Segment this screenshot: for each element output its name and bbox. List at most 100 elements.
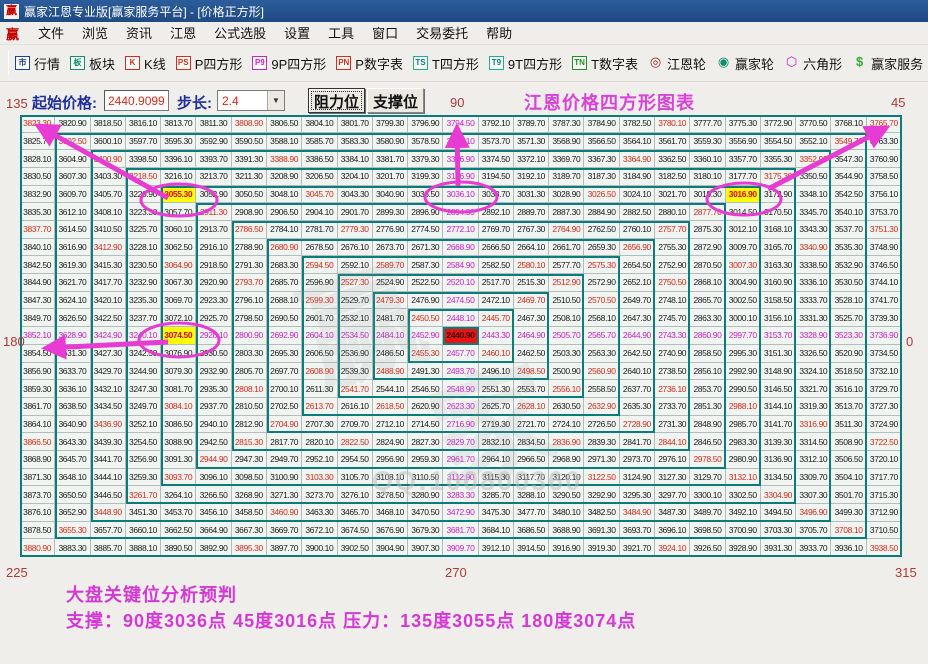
grid-cell: 3201.70 xyxy=(373,168,408,186)
toolbar-separator xyxy=(8,51,9,75)
grid-cell: 3756.10 xyxy=(867,186,902,204)
grid-cell: 2906.50 xyxy=(267,203,302,221)
grid-cell: 3129.70 xyxy=(690,469,725,487)
grid-cell: 3235.30 xyxy=(126,292,161,310)
toolbar-item-gann-wheel[interactable]: ◎江恩轮 xyxy=(648,54,706,73)
grid-cell: 3249.70 xyxy=(126,398,161,416)
title-bar: 赢 赢家江恩专业版[赢家服务平台] - [价格正方形] xyxy=(0,0,928,22)
toolbar-label: P四方形 xyxy=(195,54,243,73)
start-price-input[interactable] xyxy=(104,90,169,111)
grid-cell: 3088.90 xyxy=(161,433,196,451)
grid-cell: 2868.10 xyxy=(690,274,725,292)
menu-item-交易委托[interactable]: 交易委托 xyxy=(407,23,477,44)
grid-cell: 2623.30 xyxy=(443,398,478,416)
toolbar-item-9t-square[interactable]: T99T四方形 xyxy=(489,54,562,73)
grid-cell: 2486.50 xyxy=(373,345,408,363)
toolbar-item-kline[interactable]: KK线 xyxy=(125,54,166,73)
menu-item-帮助[interactable]: 帮助 xyxy=(477,23,521,44)
grid-cell: 3636.10 xyxy=(55,380,90,398)
toolbar-item-9p-square[interactable]: P99P四方形 xyxy=(252,54,326,73)
grid-cell: 2479.30 xyxy=(373,292,408,310)
grid-cell: 2740.90 xyxy=(655,345,690,363)
toolbar-item-t-table[interactable]: TNT数字表 xyxy=(572,54,638,73)
grid-cell: 3136.90 xyxy=(761,451,796,469)
grid-cell: 3093.70 xyxy=(161,469,196,487)
axis-label-135: 135 xyxy=(6,96,28,111)
grid-cell: 3866.50 xyxy=(20,433,55,451)
hexagon-icon: ⬡ xyxy=(784,56,799,70)
menu-item-窗口[interactable]: 窗口 xyxy=(363,23,407,44)
grid-cell: 3657.70 xyxy=(91,522,126,540)
grid-cell: 3602.50 xyxy=(55,133,90,151)
grid-cell: 2892.10 xyxy=(479,203,514,221)
toolbar-item-t-square[interactable]: TST四方形 xyxy=(413,54,479,73)
toolbar-item-hexagon[interactable]: ⬡六角形 xyxy=(784,54,842,73)
grid-cell: 3532.90 xyxy=(831,256,866,274)
grid-cell: 3331.30 xyxy=(796,309,831,327)
resistance-button[interactable]: 阻力位 xyxy=(308,88,365,113)
grid-cell: 3302.50 xyxy=(726,486,761,504)
grid-cell: 3926.50 xyxy=(690,539,725,557)
grid-cell: 3376.90 xyxy=(443,150,478,168)
grid-cell: 3825.70 xyxy=(20,133,55,151)
grid-cell: 2877.70 xyxy=(690,203,725,221)
menu-item-资讯[interactable]: 资讯 xyxy=(117,23,161,44)
toolbar-item-winner-wheel[interactable]: ◉赢家轮 xyxy=(716,54,774,73)
grid-cell: 2719.30 xyxy=(479,416,514,434)
grid-cell: 3645.70 xyxy=(55,451,90,469)
grid-cell: 3391.30 xyxy=(232,150,267,168)
menu-item-公式选股[interactable]: 公式选股 xyxy=(205,23,275,44)
gann-wheel-icon: ◎ xyxy=(648,56,663,70)
grid-cell: 3350.50 xyxy=(796,168,831,186)
menu-item-设置[interactable]: 设置 xyxy=(275,23,319,44)
menu-bar: 赢 文件浏览资讯江恩公式选股设置工具窗口交易委托帮助 xyxy=(0,22,928,45)
menu-item-文件[interactable]: 文件 xyxy=(29,23,73,44)
grid-cell: 3468.10 xyxy=(373,504,408,522)
grid-cell: 3758.50 xyxy=(867,168,902,186)
toolbar-item-service[interactable]: $赢家服务 xyxy=(852,54,923,73)
menu-item-工具[interactable]: 工具 xyxy=(319,23,363,44)
grid-cell: 2899.30 xyxy=(373,203,408,221)
grid-cell: 2467.30 xyxy=(514,309,549,327)
grid-cell: 2911.30 xyxy=(196,203,231,221)
grid-cell: 2558.50 xyxy=(584,380,619,398)
grid-cell: 3192.10 xyxy=(514,168,549,186)
toolbar-item-p-table[interactable]: PNP数字表 xyxy=(336,54,403,73)
grid-cell: 3326.50 xyxy=(796,345,831,363)
step-combobox[interactable]: 2.4 ▼ xyxy=(217,90,285,111)
grid-cell: 3247.30 xyxy=(126,380,161,398)
grid-cell: 3842.50 xyxy=(20,256,55,274)
grid-cell: 2839.30 xyxy=(584,433,619,451)
grid-cell: 2865.70 xyxy=(690,292,725,310)
menu-item-江恩[interactable]: 江恩 xyxy=(161,23,205,44)
grid-cell: 3595.30 xyxy=(161,133,196,151)
toolbar-label: 赢家轮 xyxy=(735,54,774,73)
grid-cell: 2827.30 xyxy=(408,433,443,451)
grid-cell: 3362.50 xyxy=(655,150,690,168)
start-price-label: 起始价格: xyxy=(32,92,97,113)
grid-cell: 3158.50 xyxy=(761,292,796,310)
grid-cell: 3064.90 xyxy=(161,256,196,274)
grid-cell: 3487.30 xyxy=(655,504,690,522)
grid-cell: 3048.10 xyxy=(267,186,302,204)
support-button[interactable]: 支撑位 xyxy=(367,88,424,113)
grid-cell: 3002.50 xyxy=(726,292,761,310)
grid-cell: 3672.10 xyxy=(302,522,337,540)
grid-cell: 3624.10 xyxy=(55,292,90,310)
grid-cell: 3117.70 xyxy=(514,469,549,487)
grid-cell: 3165.70 xyxy=(761,239,796,257)
grid-cell: 2659.30 xyxy=(584,239,619,257)
grid-cell: 3141.70 xyxy=(761,416,796,434)
toolbar-item-p-square[interactable]: PSP四方形 xyxy=(176,54,243,73)
grid-cell: 3775.30 xyxy=(726,115,761,133)
grid-cell: 3328.90 xyxy=(796,327,831,345)
grid-cell: 2793.70 xyxy=(232,274,267,292)
grid-cell: 3000.10 xyxy=(726,309,761,327)
chevron-down-icon[interactable]: ▼ xyxy=(267,91,284,110)
menu-item-浏览[interactable]: 浏览 xyxy=(73,23,117,44)
grid-cell: 3621.70 xyxy=(55,274,90,292)
grid-cell: 3297.70 xyxy=(655,486,690,504)
toolbar-item-quotes[interactable]: 市行情 xyxy=(15,54,60,73)
toolbar-item-sectors[interactable]: 板板块 xyxy=(70,54,115,73)
grid-cell: 2935.30 xyxy=(196,380,231,398)
